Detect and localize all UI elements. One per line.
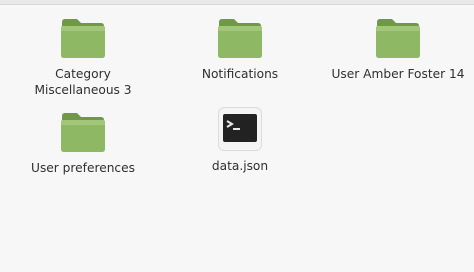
- file-item-notifications[interactable]: Notifications: [165, 16, 315, 82]
- file-item-category-miscellaneous-3[interactable]: Category Miscellaneous 3: [8, 16, 158, 98]
- window-top-edge: [0, 0, 474, 5]
- file-item-user-amber-foster-14[interactable]: User Amber Foster 14: [323, 16, 473, 82]
- file-label: User Amber Foster 14: [331, 67, 465, 81]
- file-label: data.json: [211, 159, 269, 173]
- file-label: Category Miscellaneous 3: [34, 67, 132, 97]
- file-item-user-preferences[interactable]: User preferences: [8, 110, 158, 176]
- file-item-data-json[interactable]: data.json: [165, 106, 315, 174]
- terminal-file-icon: [216, 106, 264, 154]
- folder-icon: [59, 110, 107, 154]
- file-label: Notifications: [201, 67, 279, 81]
- file-label: User preferences: [31, 161, 135, 175]
- folder-icon: [216, 16, 264, 60]
- folder-icon: [374, 16, 422, 60]
- folder-icon: [59, 16, 107, 60]
